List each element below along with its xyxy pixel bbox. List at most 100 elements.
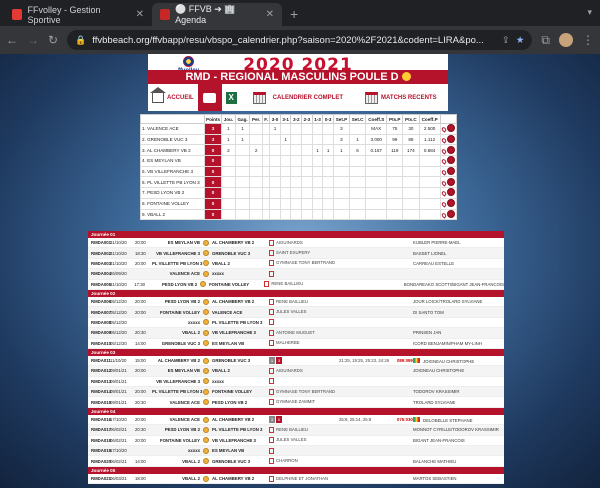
gym-name[interactable]: DELPHINE ET JONATHAN bbox=[276, 476, 328, 481]
gym-name[interactable]: AIGUINARDS bbox=[276, 368, 303, 373]
away-team[interactable]: GRENOBLE VUC 3 bbox=[210, 251, 267, 256]
col-points[interactable]: Points bbox=[203, 114, 223, 124]
menu-icon[interactable]: ⋮ bbox=[582, 33, 594, 47]
col-coeff-points[interactable]: Coeff.P bbox=[418, 114, 441, 124]
col-points-lost[interactable]: Pts.C bbox=[402, 114, 420, 124]
pdf-icon[interactable] bbox=[269, 399, 274, 406]
team-details-button[interactable] bbox=[447, 199, 455, 208]
pdf-icon[interactable] bbox=[269, 319, 274, 326]
col-played[interactable]: Jou. bbox=[221, 114, 236, 124]
pdf-icon[interactable] bbox=[269, 475, 274, 482]
pdf-icon[interactable] bbox=[269, 437, 274, 444]
home-team[interactable]: VBALL 2 bbox=[152, 330, 202, 335]
team-name[interactable]: 9. VBALL 2 bbox=[140, 208, 205, 221]
team-name[interactable]: 6. PL VILLETTE PB LYON 3 bbox=[140, 176, 205, 189]
home-team[interactable]: VALENCE ACE bbox=[152, 400, 202, 405]
team-details-button[interactable] bbox=[447, 156, 455, 165]
gym-name[interactable]: JULES VALLES bbox=[276, 437, 307, 442]
home-team[interactable]: GRENOBLE VUC 3 bbox=[152, 341, 202, 346]
pdf-icon[interactable] bbox=[269, 378, 274, 385]
close-tab-icon[interactable]: ✕ bbox=[136, 9, 144, 20]
pdf-icon[interactable] bbox=[269, 388, 274, 395]
gym-name[interactable]: GYMNASE TONY BERTRAND bbox=[276, 261, 335, 266]
gym-name[interactable]: MALHERBE bbox=[276, 340, 300, 345]
col-coeff-sets[interactable]: Coeff.S bbox=[365, 114, 388, 124]
lock-icon[interactable]: 🔒 bbox=[75, 35, 86, 46]
pdf-icon[interactable] bbox=[269, 367, 274, 374]
pdf-icon[interactable] bbox=[269, 260, 274, 267]
away-team[interactable]: AL CHAMBERY VB 2 bbox=[210, 476, 267, 481]
home-team[interactable]: FONTAINE VOLLEY bbox=[152, 310, 202, 315]
map-pin-icon[interactable] bbox=[440, 180, 447, 187]
away-team[interactable]: xxxxx bbox=[210, 379, 267, 384]
away-team[interactable]: FONTAINE VOLLEY bbox=[210, 389, 267, 394]
pdf-icon[interactable] bbox=[269, 270, 274, 277]
pdf-icon[interactable] bbox=[269, 329, 274, 336]
home-team[interactable]: VBALL 2 bbox=[152, 459, 202, 464]
bookmark-star-icon[interactable]: ★ bbox=[516, 35, 525, 46]
team-details-button[interactable] bbox=[447, 135, 455, 144]
share-icon[interactable]: ⇪ bbox=[502, 35, 510, 46]
home-team[interactable]: ES MEYLAN VB bbox=[152, 240, 202, 245]
away-team[interactable]: GRENOBLE VUC 3 bbox=[210, 459, 267, 464]
away-team[interactable]: FONTAINE VOLLEY bbox=[207, 282, 262, 287]
new-tab-button[interactable]: + bbox=[290, 6, 298, 22]
team-details-button[interactable] bbox=[447, 124, 455, 133]
team-details-button[interactable] bbox=[447, 167, 455, 176]
map-pin-icon[interactable] bbox=[440, 169, 447, 176]
away-team[interactable]: VB VILLEFRANCHE 3 bbox=[210, 330, 267, 335]
col-points-won[interactable]: Pts.P bbox=[386, 114, 404, 124]
away-team[interactable]: PL VILLETTE PB LYON 3 bbox=[210, 320, 267, 325]
team-details-button[interactable] bbox=[447, 209, 455, 218]
print-button[interactable] bbox=[197, 84, 222, 111]
team-details-button[interactable] bbox=[447, 145, 455, 154]
home-team[interactable]: ES MEYLAN VB bbox=[152, 368, 202, 373]
away-team[interactable]: AL CHAMBERY VB 2 bbox=[210, 417, 267, 422]
map-pin-icon[interactable] bbox=[440, 212, 447, 219]
pdf-icon[interactable] bbox=[269, 298, 274, 305]
col-lost[interactable]: Per. bbox=[249, 114, 263, 124]
home-team[interactable]: PESD LYON VB 2 bbox=[152, 427, 202, 432]
recent-matches-button[interactable]: MATCHS RECENTS bbox=[361, 84, 441, 111]
pdf-icon[interactable] bbox=[269, 458, 274, 465]
away-team[interactable]: PESD LYON VB 2 bbox=[210, 400, 267, 405]
excel-export-button[interactable]: X bbox=[222, 84, 241, 111]
pdf-icon[interactable] bbox=[264, 281, 270, 288]
gym-name[interactable]: SAINT EXUPERY bbox=[276, 250, 310, 255]
team-details-button[interactable] bbox=[447, 177, 455, 186]
profile-avatar[interactable] bbox=[559, 33, 573, 47]
team-details-button[interactable] bbox=[447, 188, 455, 197]
col-3-1[interactable]: 3-1 bbox=[279, 114, 292, 124]
col-0-3[interactable]: 0-3 bbox=[322, 114, 334, 124]
map-pin-icon[interactable] bbox=[440, 190, 447, 198]
calendar-button[interactable]: CALENDRIER COMPLET bbox=[249, 84, 347, 111]
away-team[interactable]: ES MEYLAN VB bbox=[210, 341, 267, 346]
gym-name[interactable]: RENE BAILLIEU bbox=[276, 427, 308, 432]
back-icon[interactable]: ← bbox=[6, 33, 18, 47]
away-team[interactable]: AL CHAMBERY VB 2 bbox=[210, 240, 267, 245]
address-bar[interactable]: 🔒 ffvbbeach.org/ffvbapp/resu/vbspo_calen… bbox=[67, 30, 533, 50]
home-team[interactable]: VB VILLEFRANCHE 3 bbox=[152, 379, 202, 384]
col-1-3[interactable]: 1-3 bbox=[311, 114, 324, 124]
home-team[interactable]: xxxxx bbox=[152, 448, 202, 453]
pdf-icon[interactable] bbox=[269, 426, 274, 433]
col-forfeit[interactable]: F. bbox=[261, 114, 271, 124]
away-team[interactable]: ES MEYLAN VB bbox=[210, 448, 267, 453]
away-team[interactable]: VBALL 2 bbox=[210, 368, 267, 373]
gym-name[interactable]: ANTOINE MUGUET bbox=[276, 330, 315, 335]
pdf-icon[interactable] bbox=[269, 309, 274, 316]
away-team[interactable]: VB VILLEFRANCHE 3 bbox=[210, 438, 267, 443]
gym-name[interactable]: GYMNASE ZAMMIT bbox=[276, 399, 315, 404]
pdf-icon[interactable] bbox=[269, 340, 274, 347]
home-team[interactable]: FONTAINE VOLLEY bbox=[152, 438, 202, 443]
home-team[interactable]: PESD LYON VB 2 bbox=[151, 282, 200, 287]
away-team[interactable]: xxxxx bbox=[210, 271, 267, 276]
tab-agenda[interactable]: ⚪ FFVB ➔ 🏢 Agenda ✕ bbox=[152, 3, 282, 26]
map-pin-icon[interactable] bbox=[440, 126, 447, 134]
team-name[interactable]: 3. AL CHAMBERY VB 2 bbox=[140, 144, 205, 157]
home-team[interactable]: PL VILLETTE PB LYON 3 bbox=[152, 389, 202, 394]
team-name[interactable]: 1. VALENCE ACE bbox=[140, 123, 205, 135]
col-2-3[interactable]: 2-3 bbox=[301, 114, 313, 124]
home-team[interactable]: VBALL 2 bbox=[152, 476, 202, 481]
extensions-icon[interactable]: ⧉ bbox=[541, 33, 550, 48]
